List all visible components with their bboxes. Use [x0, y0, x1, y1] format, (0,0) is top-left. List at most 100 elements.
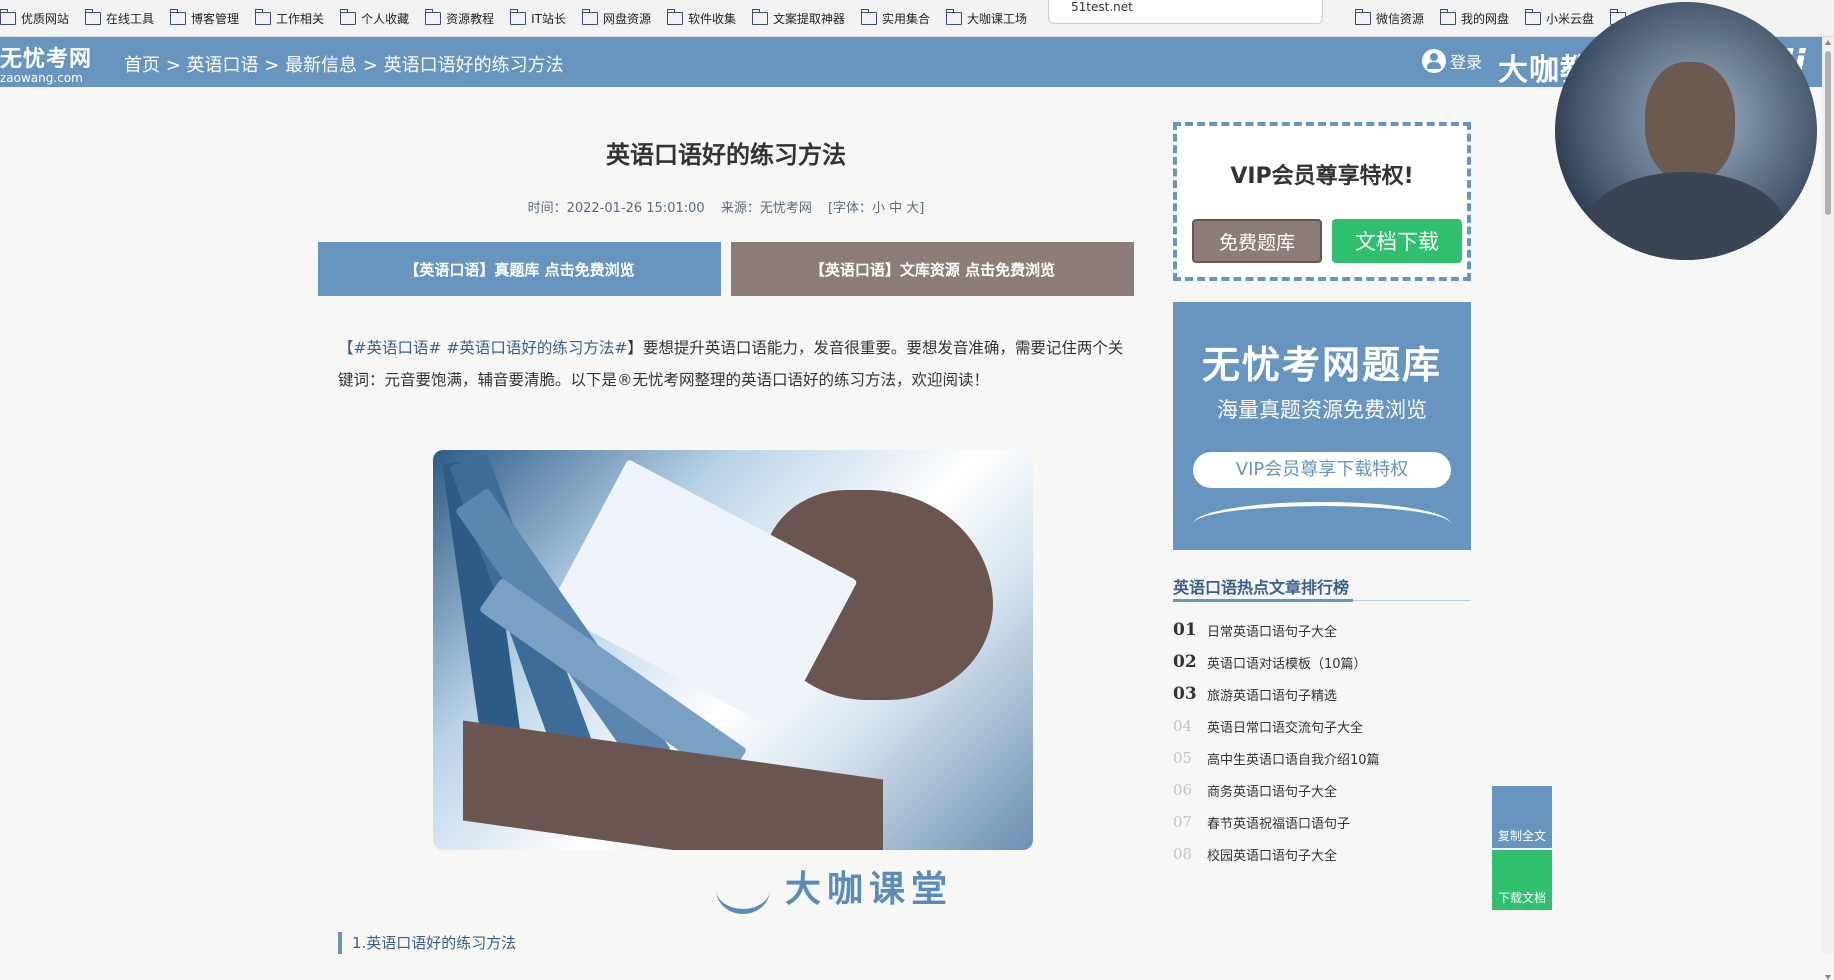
- ranking-list: 01 日常英语口语句子大全 02 英语口语对话模板（10篇） 03 旅游英语口语句子精选 0…: [1173, 614, 1471, 870]
- open-book-icon: [1193, 502, 1451, 546]
- banner-subtitle: 海量真题资源免费浏览: [1217, 398, 1427, 422]
- breadcrumb-separator: >: [160, 55, 187, 76]
- article-source[interactable]: 来源：无忧考网: [721, 201, 812, 216]
- breadcrumb-separator: >: [357, 55, 384, 76]
- ranking-item[interactable]: 06 商务英语口语句子大全: [1173, 774, 1471, 806]
- ranking-item[interactable]: 04 英语日常口语交流句子大全: [1173, 710, 1471, 742]
- banner-ribbon-text: VIP会员尊享下载特权: [1235, 459, 1409, 480]
- ranking-link[interactable]: 校园英语口语句子大全: [1207, 845, 1337, 864]
- bookmark-item[interactable]: 大咖课工场: [946, 8, 1028, 27]
- free-question-bank-button[interactable]: 免费题库: [1192, 219, 1322, 263]
- ranking-number: 04: [1173, 717, 1193, 735]
- bookmark-item[interactable]: 工作相关: [255, 8, 325, 27]
- folder-icon: [581, 8, 598, 25]
- bookmark-item[interactable]: 网盘资源: [581, 8, 651, 27]
- ranking-number: 03: [1173, 684, 1197, 704]
- bookmark-label: 个人收藏: [361, 11, 410, 26]
- ranking-number: 06: [1173, 781, 1193, 799]
- article-title: 英语口语好的练习方法: [606, 141, 846, 169]
- bookmark-item[interactable]: 优质网站: [0, 8, 69, 27]
- login-button[interactable]: 登录: [1422, 49, 1482, 73]
- bookmark-label: IT站长: [531, 11, 566, 26]
- brand-logo: 大咖课堂: [785, 869, 954, 910]
- breadcrumb-latest[interactable]: 最新信息: [285, 55, 357, 76]
- bookmark-item[interactable]: 在线工具: [85, 8, 154, 27]
- login-label: 登录: [1450, 53, 1483, 72]
- ranking-number: 08: [1173, 845, 1193, 863]
- library-button[interactable]: 【英语口语】文库资源 点击免费浏览: [731, 242, 1134, 296]
- bookmark-item[interactable]: IT站长: [510, 8, 566, 27]
- question-bank-banner[interactable]: 无忧考网题库 海量真题资源免费浏览 VIP会员尊享下载特权 ☝: [1173, 302, 1471, 550]
- ranking-title: 英语口语热点文章排行榜: [1173, 578, 1350, 597]
- folder-icon: [861, 8, 878, 25]
- bookmark-label: 我的网盘: [1461, 11, 1510, 26]
- folder-icon: [85, 8, 102, 25]
- bookmark-item[interactable]: 小米云盘: [1525, 8, 1594, 27]
- ranking-link[interactable]: 英语日常口语交流句子大全: [1207, 717, 1363, 736]
- pointer-hand-icon: ☝: [1411, 462, 1425, 487]
- bookmark-label: 微信资源: [1376, 11, 1425, 26]
- breadcrumb-home[interactable]: 首页: [124, 55, 160, 76]
- folder-icon: [1525, 8, 1542, 25]
- folder-icon: [1440, 8, 1457, 25]
- bookmark-item[interactable]: 博客管理: [170, 8, 239, 27]
- page-scrollbar[interactable]: [1822, 37, 1834, 980]
- folder-icon: [255, 8, 272, 25]
- ranking-number: 07: [1173, 813, 1193, 831]
- logo-domain: zaowang.com: [0, 71, 83, 85]
- article-intro: 【#英语口语# #英语口语好的练习方法#】要想提升英语口语能力，发音很重要。要想…: [338, 332, 1124, 396]
- user-icon: [1422, 49, 1446, 73]
- folder-icon: [752, 8, 768, 25]
- scroll-down-arrow-icon[interactable]: [1825, 975, 1831, 980]
- ranking-link[interactable]: 春节英语祝福语口语句子: [1207, 813, 1350, 832]
- bookmark-item[interactable]: 我的网盘: [1440, 8, 1510, 27]
- ranking-divider-accent: [1173, 599, 1353, 602]
- banner-title: 无忧考网题库: [1201, 343, 1442, 387]
- folder-icon: [0, 8, 16, 25]
- ranking-item[interactable]: 08 校园英语口语句子大全: [1173, 838, 1471, 870]
- ranking-item[interactable]: 03 旅游英语口语句子精选: [1173, 678, 1471, 710]
- ranking-number: 05: [1173, 749, 1193, 767]
- folder-icon: [425, 8, 442, 25]
- brand-lotus-icon: [716, 865, 770, 914]
- tag-link[interactable]: #英语口语好的练习方法#: [446, 339, 627, 357]
- tag-link[interactable]: 【#英语口语#: [338, 339, 441, 357]
- bookmark-item[interactable]: 个人收藏: [340, 8, 410, 27]
- article-time: 时间：2022-01-26 15:01:00: [527, 201, 705, 216]
- bookmarks-bar: 优质网站 在线工具 博客管理 工作相关 个人收藏 资源教程 IT站长 网盘资源 软件收集 文案提取…: [0, 0, 1834, 37]
- avatar-shirt: [1585, 172, 1785, 260]
- question-bank-button[interactable]: 【英语口语】真题库 点击免费浏览: [318, 242, 721, 296]
- scroll-up-arrow-icon[interactable]: [1825, 40, 1831, 45]
- download-doc-button[interactable]: 下载文档: [1492, 850, 1552, 910]
- avatar-face: [1645, 62, 1735, 182]
- ranking-item[interactable]: 07 春节英语祝福语口语句子: [1173, 806, 1471, 838]
- ranking-link[interactable]: 商务英语口语句子大全: [1207, 781, 1337, 800]
- ranking-item[interactable]: 05 高中生英语口语自我介绍10篇: [1173, 742, 1471, 774]
- ranking-item[interactable]: 01 日常英语口语句子大全: [1173, 614, 1471, 646]
- folder-icon: [170, 8, 187, 25]
- folder-icon: [1355, 8, 1371, 25]
- bookmark-item[interactable]: 文案提取神器: [752, 8, 845, 27]
- font-size-switch[interactable]: [字体：小 中 大]: [828, 201, 924, 216]
- bookmark-item[interactable]: 资源教程: [425, 8, 495, 27]
- bookmark-item[interactable]: 实用集合: [861, 8, 931, 27]
- ranking-link[interactable]: 日常英语口语句子大全: [1207, 621, 1337, 640]
- document-download-button[interactable]: 文档下载: [1332, 219, 1462, 263]
- ranking-item[interactable]: 02 英语口语对话模板（10篇）: [1173, 646, 1471, 678]
- bookmark-label: 工作相关: [276, 11, 325, 26]
- bookmark-item[interactable]: 微信资源: [1355, 8, 1425, 27]
- bookmark-item[interactable]: 软件收集: [666, 8, 736, 27]
- bookmark-label: 网盘资源: [602, 11, 651, 26]
- ranking-link[interactable]: 旅游英语口语句子精选: [1207, 685, 1337, 704]
- bookmark-label: 实用集合: [882, 11, 931, 26]
- bookmark-label: 大咖课工场: [967, 11, 1028, 26]
- breadcrumb-category[interactable]: 英语口语: [187, 55, 259, 76]
- copy-all-button[interactable]: 复制全文: [1492, 786, 1552, 848]
- scrollbar-thumb[interactable]: [1825, 51, 1831, 215]
- site-logo[interactable]: 无忧考网 zaowang.com: [0, 41, 92, 85]
- ranking-link[interactable]: 英语口语对话模板（10篇）: [1207, 653, 1367, 672]
- ranking-number: 01: [1173, 620, 1197, 640]
- bookmark-label: 资源教程: [446, 11, 495, 26]
- ranking-link[interactable]: 高中生英语口语自我介绍10篇: [1207, 749, 1380, 768]
- vip-box: VIP会员尊享特权! 免费题库 文档下载: [1173, 122, 1471, 281]
